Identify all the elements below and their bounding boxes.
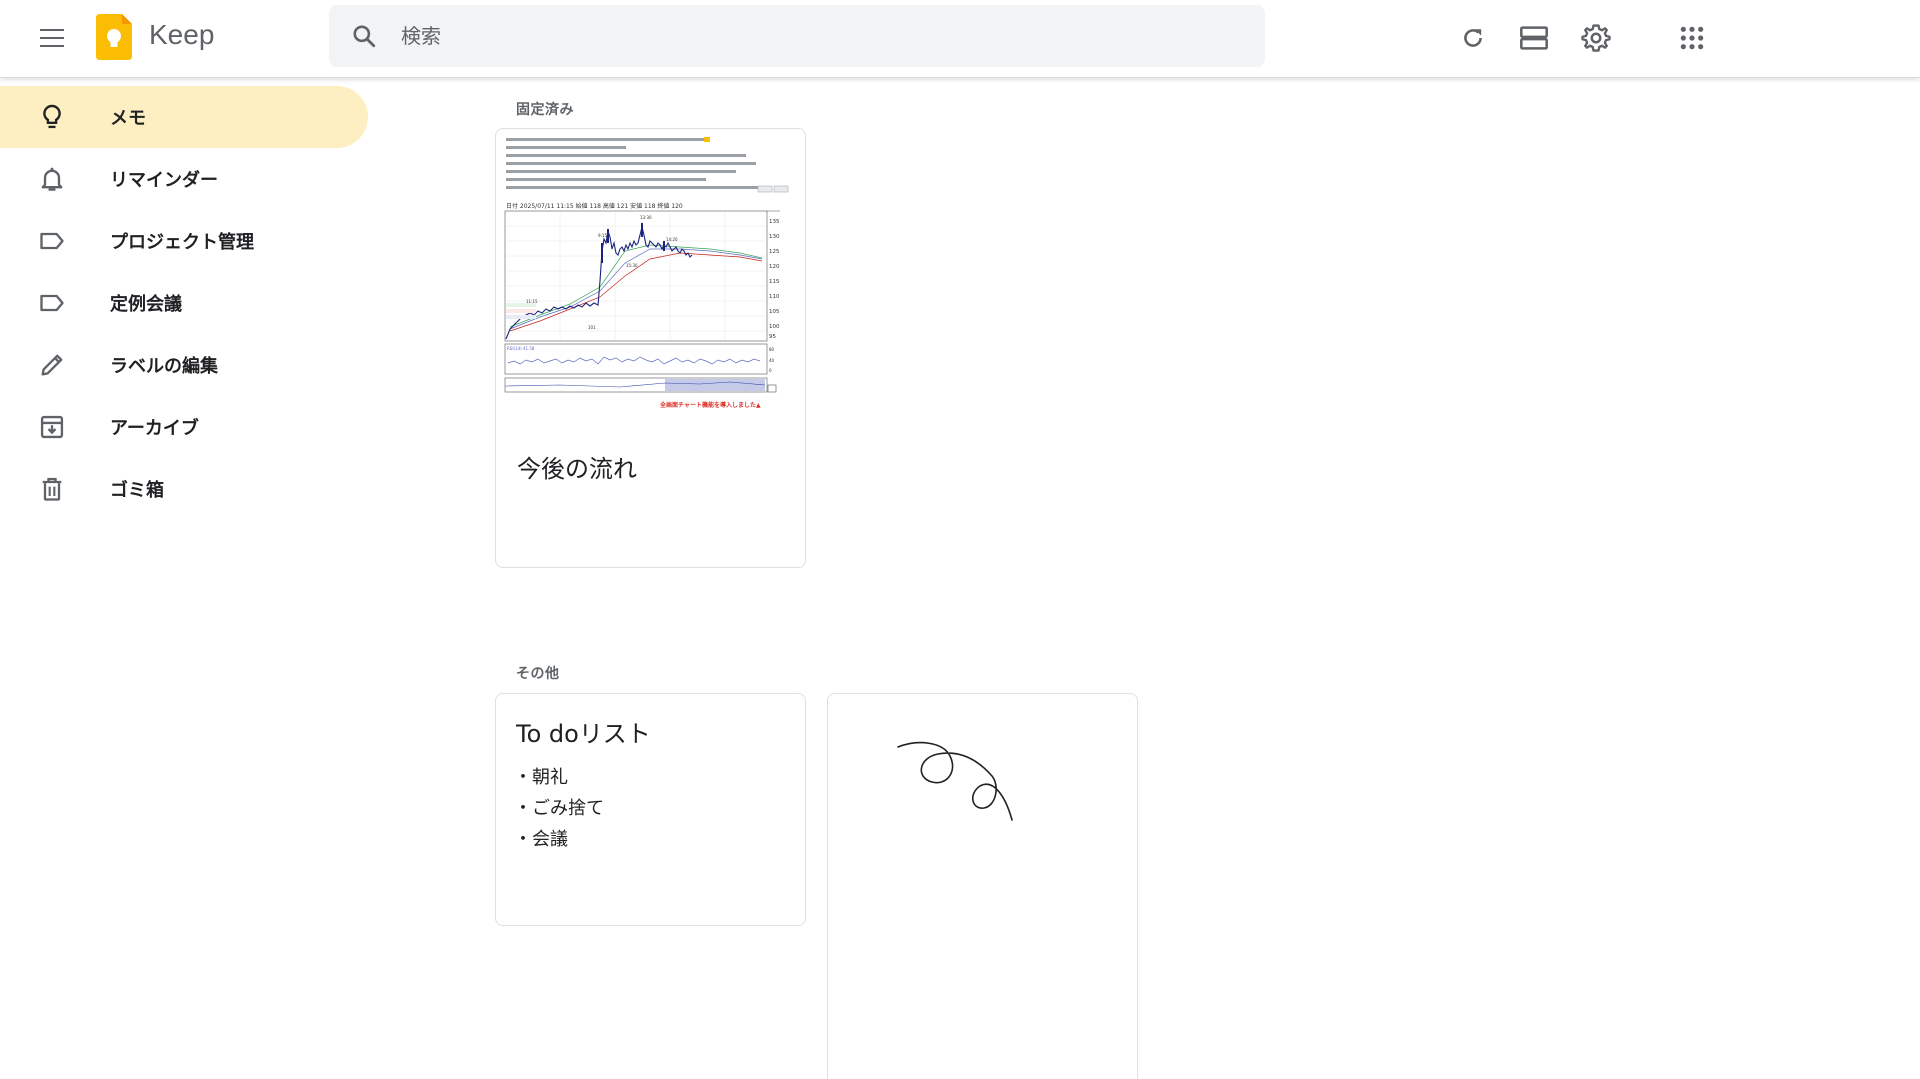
chart-footer-text: 全画面チャート機能を導入しました▲ — [659, 401, 761, 409]
archive-icon — [40, 415, 64, 439]
search-icon[interactable] — [351, 23, 377, 49]
list-view-button[interactable] — [1512, 16, 1556, 60]
pinned-section-title: 固定済み — [516, 102, 574, 118]
note-image-stock-chart[interactable]: 日付 2025/07/11 11:15 始値 118 高値 121 安値 118… — [500, 131, 800, 421]
sidebar-item-edit-labels[interactable]: ラベルの編集 — [0, 334, 368, 396]
refresh-button[interactable] — [1451, 16, 1495, 60]
note-title: To doリスト — [516, 720, 651, 748]
list-item: ごみ捨て — [514, 793, 604, 824]
sidebar-item-label: プロジェクト管理 — [110, 232, 254, 253]
label-icon — [40, 294, 64, 312]
price-label: 130 — [769, 234, 780, 240]
hamburger-menu-icon — [40, 26, 64, 50]
note-card-pinned[interactable]: 日付 2025/07/11 11:15 始値 118 高値 121 安値 118… — [495, 128, 806, 568]
svg-text:RSI(14) 41.58: RSI(14) 41.58 — [507, 346, 535, 351]
sidebar-item-label: アーカイブ — [110, 418, 199, 439]
price-label: 105 — [769, 309, 780, 315]
refresh-icon — [1464, 29, 1482, 47]
list-view-icon — [1520, 26, 1548, 50]
pencil-icon — [41, 354, 63, 376]
sidebar-item-trash[interactable]: ゴミ箱 — [0, 458, 368, 520]
list-item: 会議 — [514, 824, 604, 855]
search-input[interactable] — [401, 5, 1241, 67]
svg-text:13:30: 13:30 — [640, 215, 652, 220]
price-label: 110 — [769, 294, 780, 300]
svg-text:14:20: 14:20 — [666, 237, 678, 242]
sidebar-item-label: ラベルの編集 — [110, 356, 218, 377]
svg-text:101: 101 — [588, 325, 596, 330]
others-section-title: その他 — [516, 666, 560, 682]
price-label: 125 — [769, 249, 780, 255]
price-label: 135 — [769, 219, 780, 225]
apps-grid-icon — [1680, 26, 1704, 50]
keep-logo-icon[interactable] — [96, 14, 132, 60]
svg-text:40: 40 — [769, 358, 775, 363]
main-menu-button[interactable] — [24, 14, 80, 62]
note-title: 今後の流れ — [517, 455, 637, 483]
google-apps-button[interactable] — [1670, 16, 1714, 60]
bell-icon — [41, 167, 63, 191]
price-label: 115 — [769, 279, 780, 285]
sidebar-item-label-project[interactable]: プロジェクト管理 — [0, 210, 368, 272]
top-app-bar: Keep — [0, 0, 1920, 78]
sidebar-item-notes[interactable]: メモ — [0, 86, 368, 148]
lightbulb-icon — [43, 104, 61, 129]
svg-text:0: 0 — [769, 368, 772, 373]
note-body-list: 朝礼 ごみ捨て 会議 — [514, 762, 604, 855]
label-icon — [40, 232, 64, 250]
sidebar-item-label: ゴミ箱 — [110, 480, 164, 501]
sidebar-item-label: リマインダー — [110, 170, 218, 191]
svg-text:80: 80 — [769, 347, 775, 352]
search-bar — [329, 5, 1265, 67]
sidebar-item-label-meeting[interactable]: 定例会議 — [0, 272, 368, 334]
price-label: 95 — [769, 334, 776, 340]
handwritten-drawing — [897, 741, 1013, 821]
app-title[interactable]: Keep — [149, 19, 214, 51]
price-label: 120 — [769, 264, 780, 270]
note-card-drawing[interactable] — [827, 693, 1138, 1079]
sidebar-item-label: 定例会議 — [110, 294, 182, 315]
list-item: 朝礼 — [514, 762, 604, 793]
sidebar-item-archive[interactable]: アーカイブ — [0, 396, 368, 458]
settings-button[interactable] — [1574, 16, 1618, 60]
note-card-todo[interactable]: To doリスト 朝礼 ごみ捨て 会議 — [495, 693, 806, 926]
trash-icon — [42, 477, 62, 501]
svg-text:9:15: 9:15 — [598, 233, 607, 238]
svg-text:15:30: 15:30 — [626, 263, 638, 268]
navigation-drawer: メモ リマインダー プロジェクト管理 定例会議 ラベルの編集 アーカイブ ゴミ箱 — [0, 86, 380, 520]
chart-header-text: 日付 2025/07/11 11:15 始値 118 高値 121 安値 118… — [506, 202, 683, 210]
settings-icon — [1581, 24, 1611, 52]
sidebar-item-reminders[interactable]: リマインダー — [0, 148, 368, 210]
sidebar-item-label: メモ — [110, 108, 146, 129]
price-label: 100 — [769, 324, 780, 330]
